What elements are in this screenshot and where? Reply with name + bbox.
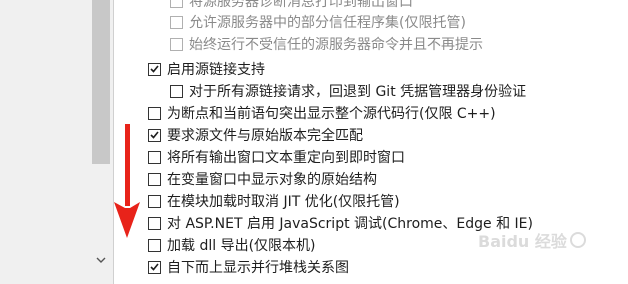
option-label: 将源服务器诊断消息打印到输出窗口 <box>189 0 413 10</box>
option-row: 始终运行不受信任的源服务器命令并且不再提示 <box>170 34 483 54</box>
option-row[interactable]: 自下而上显示并行堆栈关系图 <box>148 257 349 277</box>
option-label: 自下而上显示并行堆栈关系图 <box>167 260 349 276</box>
chevron-down-icon[interactable] <box>92 250 110 270</box>
watermark-text: Baidu 经验 <box>478 232 567 251</box>
option-row[interactable]: 对于所有源链接请求，回退到 Git 凭据管理器身份验证 <box>170 81 526 101</box>
option-label: 在变量窗口中显示对象的原始结构 <box>167 172 377 188</box>
checkmark-icon <box>150 65 159 73</box>
option-label: 启用源链接支持 <box>167 62 265 78</box>
option-row[interactable]: 对 ASP.NET 启用 JavaScript 调试(Chrome、Edge 和… <box>148 213 533 233</box>
option-row[interactable]: 要求源文件与原始版本完全匹配 <box>148 125 363 145</box>
option-checkbox[interactable] <box>148 62 161 76</box>
option-row: 允许源服务器中的部分信任程序集(仅限托管) <box>170 12 466 32</box>
option-checkbox[interactable] <box>148 106 161 120</box>
watermark-logo <box>569 232 586 248</box>
option-row[interactable]: 在变量窗口中显示对象的原始结构 <box>148 169 377 189</box>
option-checkbox[interactable] <box>148 216 161 230</box>
option-row[interactable]: 为断点和当前语句突出显示整个源代码行(仅限 C++) <box>148 103 496 123</box>
option-label: 允许源服务器中的部分信任程序集(仅限托管) <box>189 15 466 31</box>
option-label: 始终运行不受信任的源服务器命令并且不再提示 <box>189 37 483 53</box>
option-checkbox[interactable] <box>148 128 161 142</box>
scrollbar-thumb[interactable] <box>92 0 110 164</box>
option-checkbox <box>170 37 183 51</box>
option-row[interactable]: 在模块加载时取消 JIT 优化(仅限托管) <box>148 191 400 211</box>
option-label: 将所有输出窗口文本重定向到即时窗口 <box>167 150 405 166</box>
checkmark-icon <box>150 263 159 271</box>
option-checkbox[interactable] <box>148 172 161 186</box>
option-label: 对于所有源链接请求，回退到 Git 凭据管理器身份验证 <box>189 84 527 100</box>
red-down-arrow-icon <box>112 122 142 246</box>
option-label: 要求源文件与原始版本完全匹配 <box>167 128 363 144</box>
option-checkbox <box>170 0 183 8</box>
option-row: 将源服务器诊断消息打印到输出窗口 <box>170 0 413 11</box>
option-checkbox[interactable] <box>148 260 161 274</box>
option-checkbox[interactable] <box>148 194 161 208</box>
option-checkbox[interactable] <box>170 84 183 98</box>
option-label: 为断点和当前语句突出显示整个源代码行(仅限 C++) <box>167 106 496 122</box>
option-row[interactable]: 加载 dll 导出(仅限本机) <box>148 235 316 255</box>
option-label: 在模块加载时取消 JIT 优化(仅限托管) <box>167 194 400 210</box>
option-row[interactable]: 将所有输出窗口文本重定向到即时窗口 <box>148 147 405 167</box>
option-checkbox[interactable] <box>148 150 161 164</box>
option-checkbox[interactable] <box>148 238 161 252</box>
option-row[interactable]: 启用源链接支持 <box>148 59 265 79</box>
option-label: 加载 dll 导出(仅限本机) <box>167 238 316 254</box>
watermark: Baidu 经验 <box>478 228 586 252</box>
checkmark-icon <box>150 131 159 139</box>
option-checkbox <box>170 15 183 29</box>
